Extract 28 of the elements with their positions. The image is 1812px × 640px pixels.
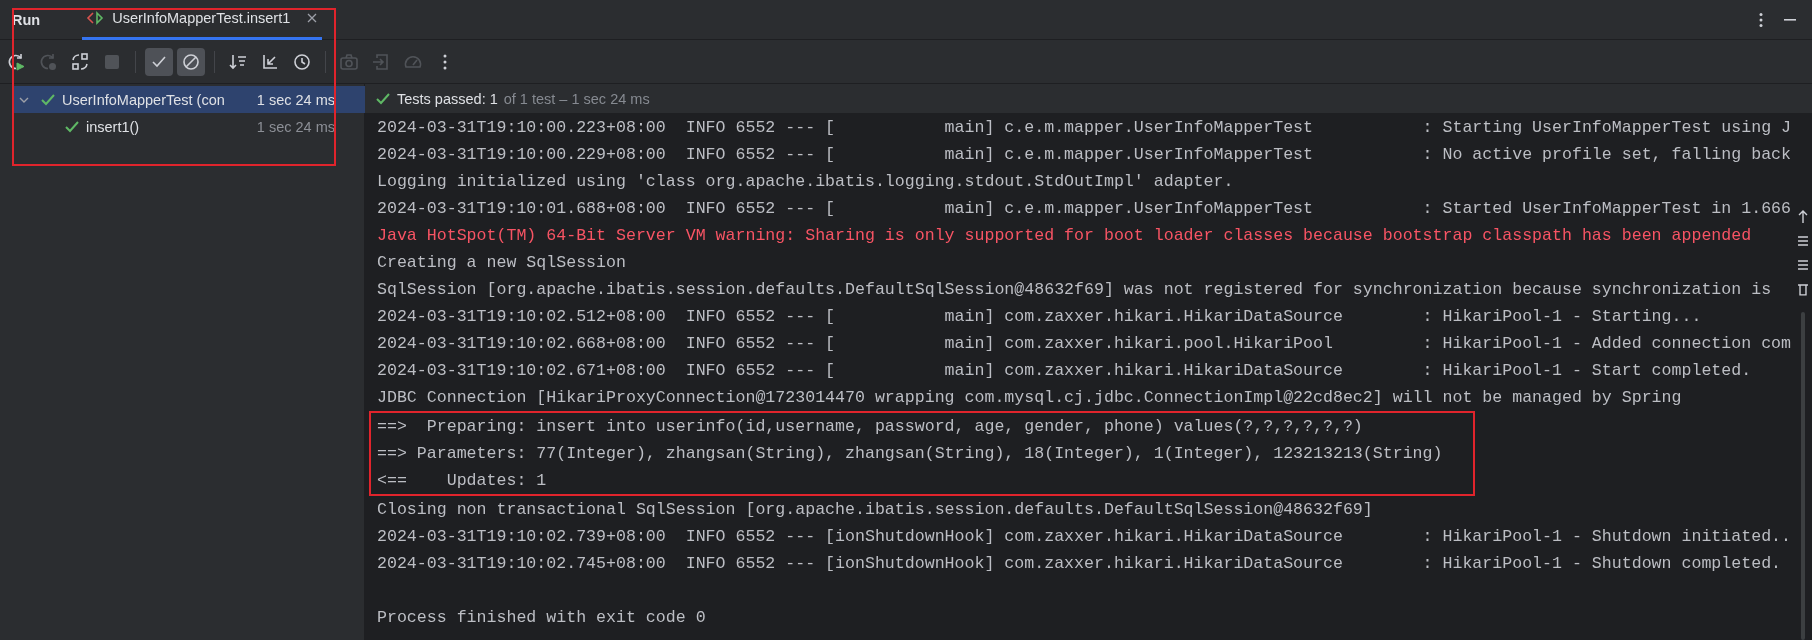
status-label: Tests passed: — [397, 90, 486, 107]
console-line: 2024-03-31T19:10:00.223+08:00 INFO 6552 --- [ main] c.e.m.mapper.UserInfoMapperTest : Starting UserInfoMapperTest using J — [377, 117, 1792, 139]
console-line: Closing non transactional SqlSession [org.apache.ibatis.session.defaults.DefaultSqlSession@48632f69] — [377, 499, 1373, 521]
console-line: ==> Parameters: 77(Integer), zhangsan(String), zhangsan(String), 18(Integer), 1(Integer), 123213213(String) — [377, 443, 1443, 465]
console-line: 2024-03-31T19:10:01.688+08:00 INFO 6552 --- [ main] c.e.m.mapper.UserInfoMapperTest : Started UserInfoMapperTest in 1.666 — [377, 198, 1792, 220]
console-line: 2024-03-31T19:10:02.739+08:00 INFO 6552 --- [ionShutdownHook] com.zaxxer.hikari.HikariDataSource : HikariPool-1 - Shutdown initiated.. — [377, 526, 1792, 548]
console-line: 2024-03-31T19:10:02.745+08:00 INFO 6552 --- [ionShutdownHook] com.zaxxer.hikari.HikariDataSource : HikariPool-1 - Shutdown completed. — [377, 553, 1782, 575]
test-name: UserInfoMapperTest (con — [62, 91, 225, 108]
test-duration: 1 sec 24 ms — [256, 91, 335, 108]
status-detail: of 1 test – 1 sec 24 ms — [503, 90, 650, 107]
status-count: 1 — [489, 90, 498, 107]
console-line: JDBC Connection [HikariProxyConnection@1723014470 wrapping com.mysql.cj.jdbc.ConnectionImpl@22cd8ec2] will not be managed by Spring — [377, 387, 1682, 409]
console-line: 2024-03-31T19:10:02.512+08:00 INFO 6552 --- [ main] com.zaxxer.hikari.HikariDataSource : HikariPool-1 - Starting... — [377, 306, 1702, 328]
console-line: 2024-03-31T19:10:00.229+08:00 INFO 6552 --- [ main] c.e.m.mapper.UserInfoMapperTest : No active profile set, falling back — [377, 144, 1792, 166]
console-line: Process finished with exit code 0 — [377, 607, 706, 629]
test-duration: 1 sec 24 ms — [256, 118, 335, 135]
console-line: ==> Preparing: insert into userinfo(id,username, password, age, gender, phone) values(?,?,?,?,?,?) — [377, 416, 1363, 438]
console-line: 2024-03-31T19:10:02.668+08:00 INFO 6552 --- [ main] com.zaxxer.hikari.pool.HikariPool : HikariPool-1 - Added connection com — [377, 333, 1792, 355]
test-name: insert1() — [86, 118, 140, 135]
run-tab[interactable]: UserInfoMapperTest.insert1 — [82, 0, 323, 40]
console-line: Logging initialized using 'class org.apache.ibatis.logging.stdout.StdOutImpl' adapter. — [377, 171, 1234, 193]
console-line: <== Updates: 1 — [377, 470, 547, 492]
test-tree-item[interactable]: insert1() 1 sec 24 ms — [12, 113, 365, 140]
console-line: SqlSession [org.apache.ibatis.session.defaults.DefaultSqlSession@48632f69] was not registered for synchronization because synchronization is — [377, 279, 1772, 301]
console-line: Java HotSpot(TM) 64-Bit Server VM warning: Sharing is only supported for boot loader classes because bootstrap classpath has been appended — [377, 225, 1752, 247]
test-tree-item[interactable]: UserInfoMapperTest (con 1 sec 24 ms — [12, 86, 365, 113]
console-line: Creating a new SqlSession — [377, 252, 626, 274]
console-line: 2024-03-31T19:10:02.671+08:00 INFO 6552 --- [ main] com.zaxxer.hikari.HikariDataSource : HikariPool-1 - Start completed. — [377, 360, 1752, 382]
